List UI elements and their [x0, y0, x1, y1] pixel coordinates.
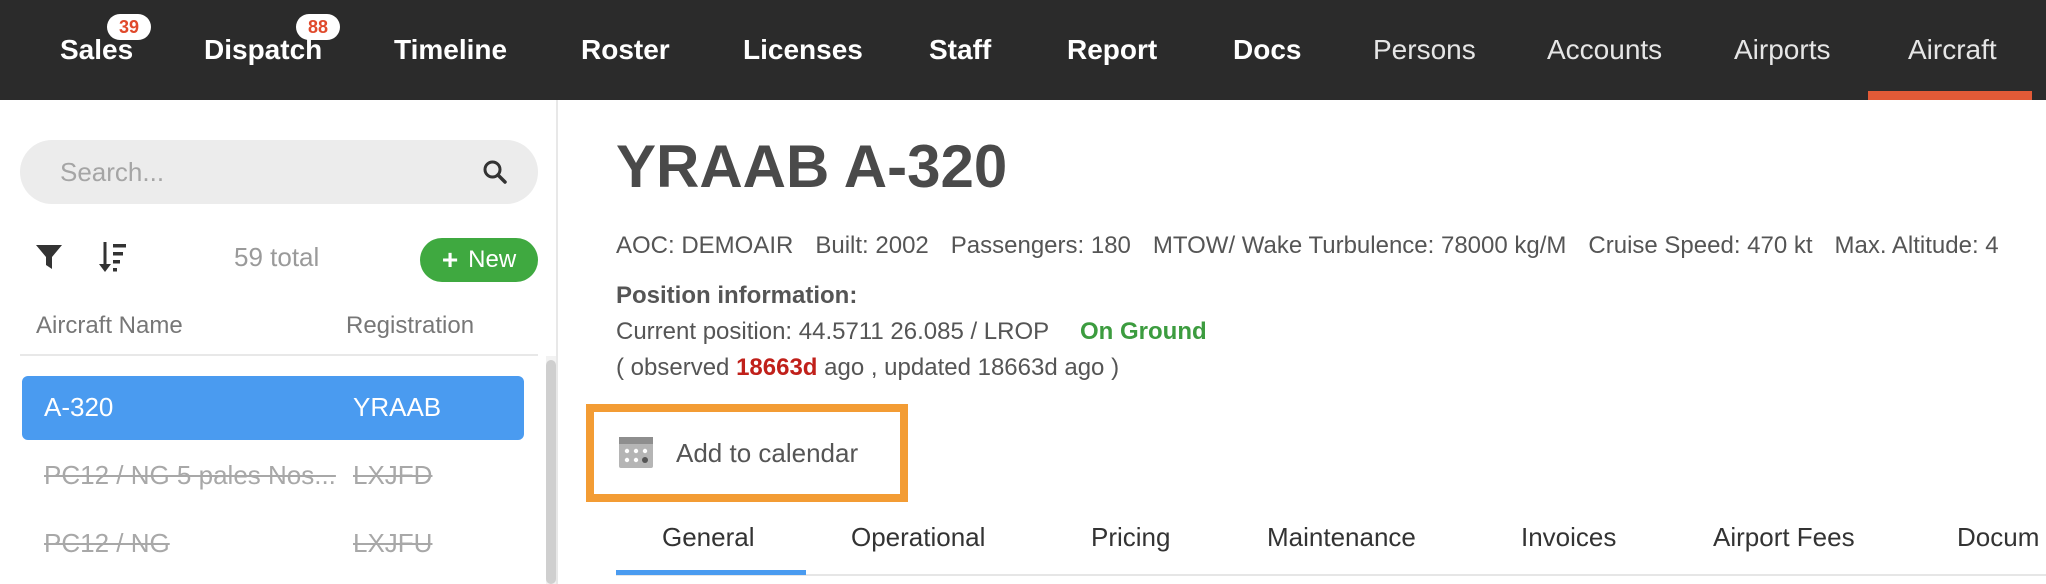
- nav-item-timeline[interactable]: Timeline: [394, 0, 507, 100]
- nav-item-roster[interactable]: Roster: [581, 0, 670, 100]
- sales-count-badge: 39: [107, 14, 151, 40]
- search-box: [20, 140, 538, 204]
- top-navigation: Sales 39 Dispatch 88 Timeline Roster Lic…: [0, 0, 2046, 100]
- nav-item-licenses[interactable]: Licenses: [743, 0, 863, 100]
- observed-age: 18663d: [736, 354, 818, 381]
- list-divider: [20, 354, 538, 356]
- current-position: Current position: 44.5711 26.085 / LROP: [616, 318, 1050, 345]
- active-tab-indicator: [616, 570, 806, 575]
- spec-cruise-speed: Cruise Speed: 470 kt: [1588, 232, 1813, 259]
- tab-maintenance[interactable]: Maintenance: [1267, 522, 1416, 553]
- observed-info: ( observed 18663d ago , updated 18663d a…: [616, 354, 1119, 382]
- observed-prefix: ( observed: [616, 354, 737, 381]
- add-to-calendar-button[interactable]: Add to calendar: [586, 404, 908, 502]
- spec-built: Built: 2002: [815, 232, 929, 259]
- nav-label-persons: Persons: [1373, 34, 1476, 65]
- spec-max-altitude: Max. Altitude: 4: [1834, 232, 1999, 259]
- position-heading: Position information:: [616, 282, 858, 309]
- column-header-aircraft-name[interactable]: Aircraft Name: [36, 312, 183, 340]
- nav-label-timeline: Timeline: [394, 34, 508, 65]
- aircraft-name: PC12 / NG: [44, 528, 170, 558]
- tab-pricing[interactable]: Pricing: [1091, 522, 1170, 553]
- observed-suffix: ago , updated 18663d ago ): [817, 354, 1120, 381]
- search-input[interactable]: [60, 140, 460, 204]
- tab-documents[interactable]: Docum: [1957, 522, 2039, 553]
- nav-label-docs: Docs: [1233, 34, 1302, 65]
- nav-label-airports: Airports: [1734, 34, 1831, 65]
- nav-item-accounts[interactable]: Accounts: [1547, 0, 1662, 100]
- aircraft-row[interactable]: PC12 / NG LXJFU: [22, 512, 524, 576]
- aircraft-registration: YRAAB: [353, 392, 442, 422]
- aircraft-name: A-320: [44, 392, 114, 422]
- search-icon[interactable]: [482, 159, 508, 185]
- nav-item-airports[interactable]: Airports: [1734, 0, 1830, 100]
- scrollbar-thumb[interactable]: [546, 360, 556, 584]
- aircraft-registration: LXJFU: [353, 528, 433, 558]
- aircraft-name: PC12 / NG 5 pales Nos...: [44, 460, 336, 490]
- nav-item-staff[interactable]: Staff: [929, 0, 991, 100]
- spec-aoc: AOC: DEMOAIR: [616, 232, 794, 259]
- aircraft-registration: LXJFD: [353, 460, 433, 490]
- aircraft-row[interactable]: A-320 YRAAB: [22, 376, 524, 440]
- total-count: 59 total: [234, 242, 320, 272]
- aircraft-detail-panel: YRAAB A-320 AOC: DEMOAIR Built: 2002 Pas…: [560, 100, 2046, 584]
- sort-icon[interactable]: [98, 240, 128, 274]
- position-status: On Ground: [1080, 318, 1207, 345]
- tab-airport-fees[interactable]: Airport Fees: [1713, 522, 1855, 553]
- nav-item-docs[interactable]: Docs: [1233, 0, 1301, 100]
- calendar-icon: [619, 437, 653, 468]
- aircraft-list-sidebar: 59 total + New Aircraft Name Registratio…: [0, 100, 558, 584]
- aircraft-specs: AOC: DEMOAIR Built: 2002 Passengers: 180…: [616, 232, 1999, 260]
- nav-label-report: Report: [1067, 34, 1158, 65]
- nav-active-indicator: [1868, 91, 2032, 100]
- new-button-label: New: [468, 246, 517, 273]
- nav-label-staff: Staff: [929, 34, 992, 65]
- aircraft-row[interactable]: PC12 / NG 5 pales Nos... LXJFD: [22, 444, 524, 508]
- tab-general[interactable]: General: [662, 522, 755, 553]
- nav-label-accounts: Accounts: [1547, 34, 1663, 65]
- plus-icon: +: [441, 244, 459, 275]
- new-aircraft-button[interactable]: + New: [420, 238, 538, 282]
- spec-mtow: MTOW/ Wake Turbulence: 78000 kg/M: [1152, 232, 1567, 259]
- tab-invoices[interactable]: Invoices: [1521, 522, 1616, 553]
- nav-label-roster: Roster: [581, 34, 670, 65]
- spec-passengers: Passengers: 180: [950, 232, 1131, 259]
- nav-item-persons[interactable]: Persons: [1373, 0, 1476, 100]
- nav-label-licenses: Licenses: [743, 34, 863, 65]
- page-title: YRAAB A-320: [616, 133, 1008, 200]
- filter-icon[interactable]: [34, 242, 64, 272]
- tabs-divider: [616, 574, 2046, 576]
- column-header-registration[interactable]: Registration: [346, 312, 474, 340]
- nav-item-aircraft[interactable]: Aircraft: [1908, 0, 1997, 100]
- nav-label-aircraft: Aircraft: [1908, 34, 1997, 65]
- dispatch-count-badge: 88: [296, 14, 340, 40]
- tab-operational[interactable]: Operational: [851, 522, 985, 553]
- add-to-calendar-label: Add to calendar: [676, 438, 859, 468]
- nav-item-report[interactable]: Report: [1067, 0, 1157, 100]
